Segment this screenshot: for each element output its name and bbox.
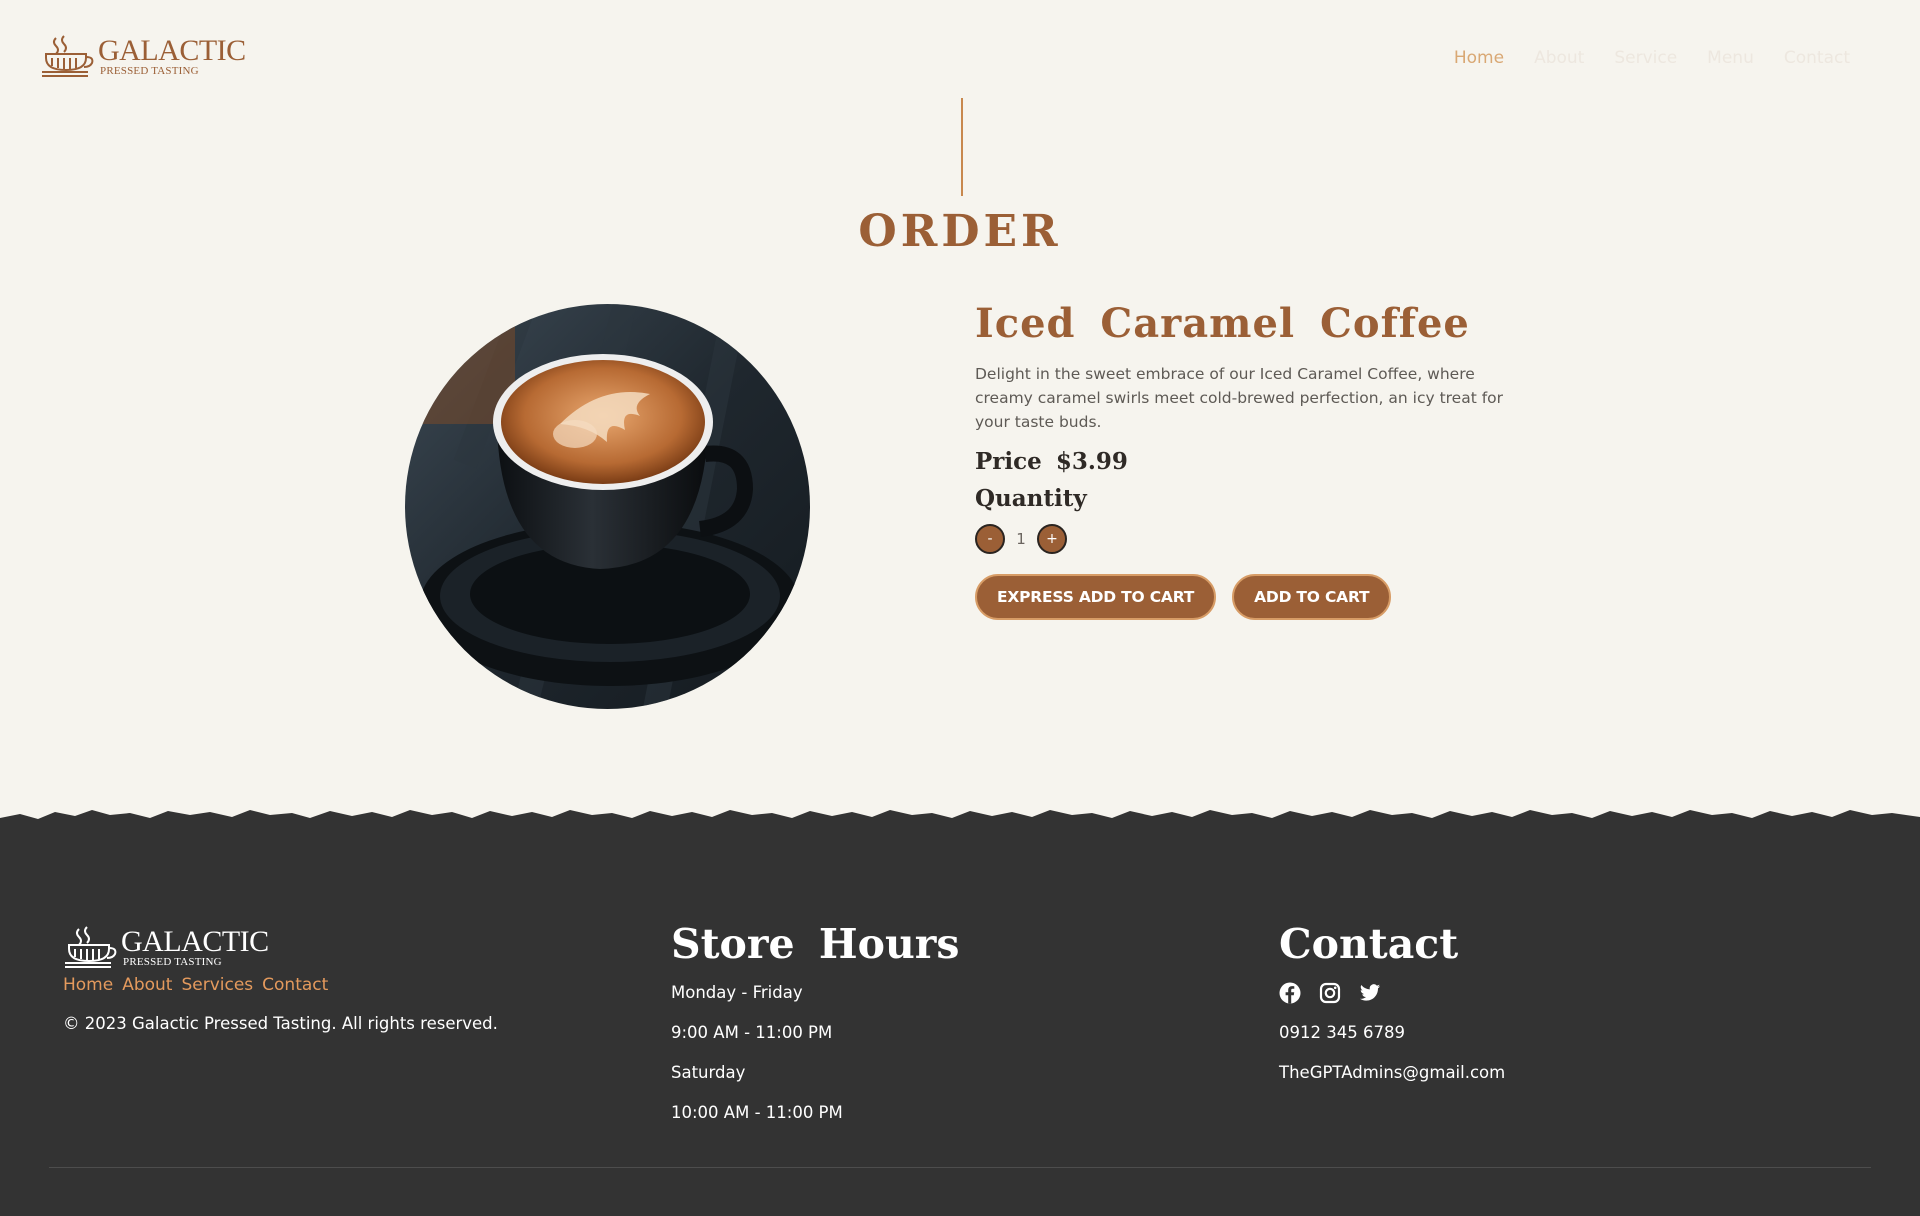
footer-logo[interactable]: GALACTIC PRESSED TASTING [63,925,269,971]
coffee-cup-logo-icon [42,35,94,77]
site-header: GALACTIC PRESSED TASTING Home About Serv… [0,0,1920,120]
footer-nav: Home About Services Contact [63,975,328,995]
coffee-cup-logo-icon [65,926,117,968]
social-links [1279,982,1381,1004]
footer-link-home[interactable]: Home [63,975,113,995]
hours-saturday-label: Saturday [671,1063,746,1082]
nav-menu[interactable]: Menu [1707,48,1754,68]
nav-home[interactable]: Home [1454,48,1504,68]
increment-button[interactable]: + [1037,524,1067,554]
site-footer: GALACTIC PRESSED TASTING Home About Serv… [0,800,1920,1216]
facebook-icon[interactable] [1279,982,1301,1004]
section-divider-line [961,98,963,196]
hours-weekday-label: Monday - Friday [671,983,803,1002]
footer-link-contact[interactable]: Contact [262,975,328,995]
price-value: $3.99 [1055,448,1128,475]
product-image [405,304,810,709]
copyright-text: © 2023 Galactic Pressed Tasting. All rig… [63,1014,498,1033]
section-title: ORDER [858,206,1062,257]
footer-link-services[interactable]: Services [181,975,253,995]
quantity-value: 1 [1016,530,1026,548]
price-row: Price $3.99 [975,448,1515,475]
instagram-icon[interactable] [1319,982,1341,1004]
quantity-label: Quantity [975,485,1087,512]
brand-logo[interactable]: GALACTIC PRESSED TASTING [40,34,246,80]
decrement-button[interactable]: - [975,524,1005,554]
footer-link-about[interactable]: About [122,975,172,995]
contact-info: 0912 345 6789 TheGPTAdmins@gmail.com [1279,1023,1505,1103]
price-label: Price [975,448,1042,475]
add-to-cart-button[interactable]: ADD TO CART [1232,574,1392,620]
hours-weekday-time: 9:00 AM - 11:00 PM [671,1023,833,1042]
store-hours-list: Monday - Friday 9:00 AM - 11:00 PM Satur… [671,983,843,1143]
twitter-icon[interactable] [1359,982,1381,1004]
main-nav: Home About Service Menu Contact [1454,48,1850,68]
footer-brand-name: GALACTIC [121,925,269,958]
contact-email[interactable]: TheGPTAdmins@gmail.com [1279,1063,1505,1083]
nav-about[interactable]: About [1534,48,1584,68]
footer-divider [49,1167,1871,1168]
express-add-to-cart-button[interactable]: EXPRESS ADD TO CART [975,574,1217,620]
nav-contact[interactable]: Contact [1784,48,1850,68]
contact-title: Contact [1279,920,1459,968]
product-name: Iced Caramel Coffee [975,300,1470,347]
quantity-stepper: - 1 + [975,524,1515,554]
brand-name: GALACTIC [98,34,246,67]
store-hours-title: Store Hours [671,920,960,968]
contact-phone[interactable]: 0912 345 6789 [1279,1023,1505,1043]
hours-saturday-time: 10:00 AM - 11:00 PM [671,1103,843,1122]
product-description: Delight in the sweet embrace of our Iced… [975,365,1504,431]
product-details: Iced Caramel Coffee Delight in the sweet… [975,296,1515,620]
nav-service[interactable]: Service [1614,48,1677,68]
cart-buttons: EXPRESS ADD TO CART ADD TO CART [975,574,1515,620]
